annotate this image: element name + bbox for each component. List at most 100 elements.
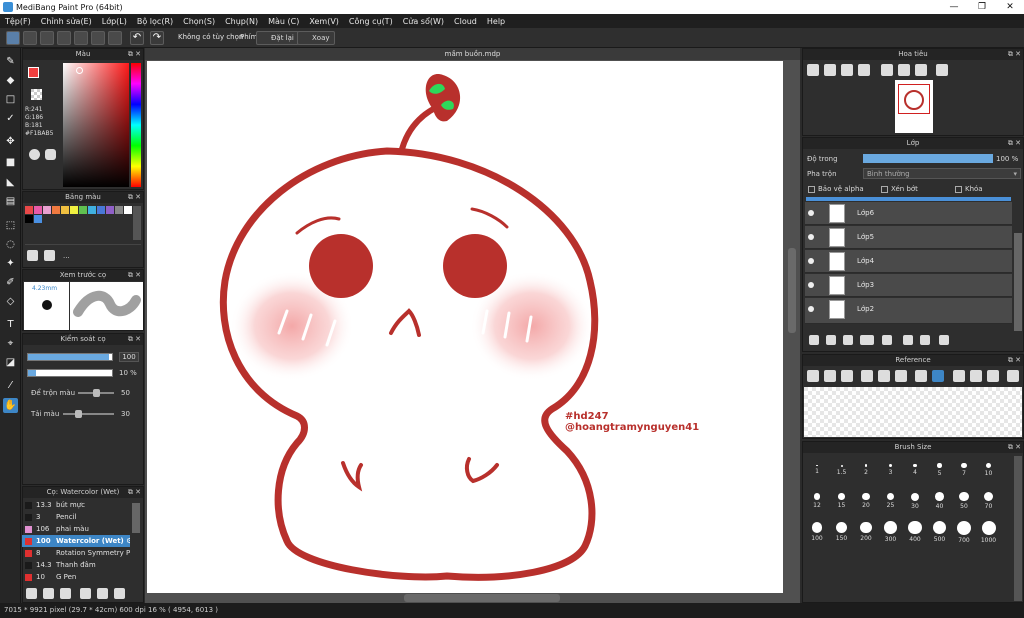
brush-size-option[interactable]: 3	[879, 458, 903, 482]
brush-size-option[interactable]: 10	[977, 458, 1001, 482]
copy-brush-icon[interactable]	[97, 588, 108, 599]
brush-item[interactable]: 13.3 bút mực	[22, 499, 130, 511]
panel-close-icon[interactable]: ⧉ ✕	[128, 487, 141, 498]
brush-item-selected[interactable]: 100 Watercolor (Wet) ⚙	[22, 535, 130, 547]
new-layer-icon[interactable]	[809, 335, 819, 345]
move-tool-icon[interactable]: ✥	[3, 134, 18, 149]
delete-layer-icon[interactable]	[939, 335, 949, 345]
divide-tool-icon[interactable]: ◪	[3, 355, 18, 370]
zoom-out-icon[interactable]	[824, 64, 836, 76]
color-wheel-icon[interactable]	[29, 149, 40, 160]
palette-swatch[interactable]	[106, 206, 114, 214]
brush-item[interactable]: 106 phai màu	[22, 523, 130, 535]
layer-menu-icon[interactable]	[860, 335, 874, 345]
menu-filter[interactable]: Bộ lọc(R)	[132, 17, 178, 26]
eraser-tool-icon[interactable]: ◆	[3, 73, 18, 88]
brush-size-option[interactable]: 12	[805, 489, 829, 513]
palette-swatch[interactable]	[34, 215, 42, 223]
brush-size-option[interactable]: 40	[928, 489, 952, 513]
panel-close-icon[interactable]: ⧉ ✕	[128, 192, 141, 203]
menu-window[interactable]: Cửa sổ(W)	[398, 17, 449, 26]
eye-icon[interactable]	[808, 210, 814, 216]
close-reference-icon[interactable]	[841, 370, 853, 382]
reset-button[interactable]: Đặt lại	[256, 31, 299, 45]
comment-icon[interactable]	[40, 31, 54, 45]
new-brush-icon[interactable]	[43, 588, 54, 599]
maximize-button[interactable]: ❐	[968, 0, 996, 14]
new-8bit-layer-icon[interactable]	[843, 335, 853, 345]
undo-icon[interactable]: ↶	[130, 31, 144, 45]
lasso-tool-icon[interactable]: ◌	[3, 237, 18, 252]
brush-size-scrollbar[interactable]	[1014, 456, 1022, 601]
panel-close-icon[interactable]: ⧉ ✕	[1008, 442, 1021, 453]
merge-layer-icon[interactable]	[920, 335, 930, 345]
palette-swatch[interactable]	[25, 215, 33, 223]
rotate-right-icon[interactable]	[915, 64, 927, 76]
brush-size-option[interactable]: 20	[854, 489, 878, 513]
brush-size-option[interactable]: 1	[805, 458, 829, 482]
upload-brush-icon[interactable]	[26, 588, 37, 599]
background-color-swatch[interactable]	[31, 89, 42, 100]
menu-layer[interactable]: Lớp(L)	[97, 17, 132, 26]
brush-opacity-slider[interactable]	[27, 369, 113, 377]
protect-alpha-checkbox[interactable]	[808, 186, 815, 193]
magic-wand-icon[interactable]: ✦	[3, 256, 18, 271]
blend-mode-select[interactable]: Bình thường ▾	[863, 168, 1021, 179]
cloud-load-icon[interactable]	[807, 370, 819, 382]
reset-view-icon[interactable]	[936, 64, 948, 76]
folder-icon[interactable]	[882, 335, 892, 345]
palette-swatch[interactable]	[25, 206, 33, 214]
layer-row[interactable]: Lớp5	[805, 226, 1012, 249]
canvas-vertical-scrollbar[interactable]	[788, 248, 796, 333]
brush-size-option[interactable]: 50	[952, 489, 976, 513]
eye-icon[interactable]	[808, 234, 814, 240]
brush-size-option[interactable]: 70	[977, 489, 1001, 513]
brush-size-slider[interactable]	[27, 353, 113, 361]
menu-file[interactable]: Tệp(F)	[0, 17, 36, 26]
add-brush-icon[interactable]	[60, 588, 71, 599]
eye-icon[interactable]	[808, 282, 814, 288]
shape-tool-icon[interactable]: □	[3, 92, 18, 107]
refill-slider-knob[interactable]	[75, 410, 83, 418]
blend-slider-knob[interactable]	[93, 389, 100, 397]
navigator-thumbnail[interactable]	[895, 80, 933, 133]
zoom-in-icon[interactable]	[807, 64, 819, 76]
foreground-color-swatch[interactable]	[28, 67, 39, 78]
zoom-out-icon[interactable]	[895, 370, 907, 382]
saturation-value-picker[interactable]	[63, 63, 129, 187]
palette-swatch[interactable]	[34, 206, 42, 214]
canvas-horizontal-scrollbar[interactable]	[404, 594, 560, 602]
flip-icon[interactable]	[898, 64, 910, 76]
layer-row[interactable]: Lớp3	[805, 274, 1012, 297]
delete-palette-icon[interactable]	[44, 250, 55, 261]
palette-scrollbar[interactable]	[133, 206, 141, 240]
clipping-checkbox[interactable]	[881, 186, 888, 193]
panel-icon[interactable]	[108, 31, 122, 45]
layer-opacity-slider[interactable]	[863, 154, 993, 163]
menu-view[interactable]: Xem(V)	[304, 17, 344, 26]
delete-brush-icon[interactable]	[114, 588, 125, 599]
brush-settings-icon[interactable]	[80, 588, 91, 599]
color-settings-icon[interactable]	[45, 149, 56, 160]
panel-close-icon[interactable]: ⧉ ✕	[1008, 355, 1021, 366]
eyedropper-icon[interactable]	[915, 370, 927, 382]
menu-cloud[interactable]: Cloud	[449, 17, 482, 26]
panel-close-icon[interactable]: ⧉ ✕	[128, 49, 141, 60]
brush-size-option[interactable]: 1.5	[830, 458, 854, 482]
hand-tool-icon[interactable]: ✋	[3, 398, 18, 413]
layer-scrollbar[interactable]	[1014, 233, 1022, 333]
fill-rect-tool-icon[interactable]: ■	[3, 155, 18, 170]
panel-close-icon[interactable]: ⧉ ✕	[128, 334, 141, 345]
brush-size-option[interactable]: 400	[903, 520, 927, 544]
lock-checkbox[interactable]	[955, 186, 962, 193]
brush-size-option[interactable]: 1000	[977, 520, 1001, 544]
upload-icon[interactable]	[23, 31, 37, 45]
open-folder-icon[interactable]	[824, 370, 836, 382]
fit-icon[interactable]	[878, 370, 890, 382]
text-tool-icon[interactable]: T	[3, 317, 18, 332]
eyedropper-icon[interactable]: ⁄	[3, 378, 18, 393]
palette-swatch[interactable]	[70, 206, 78, 214]
menu-edit[interactable]: Chỉnh sửa(E)	[36, 17, 97, 26]
actual-size-icon[interactable]	[858, 64, 870, 76]
new-palette-icon[interactable]	[27, 250, 38, 261]
